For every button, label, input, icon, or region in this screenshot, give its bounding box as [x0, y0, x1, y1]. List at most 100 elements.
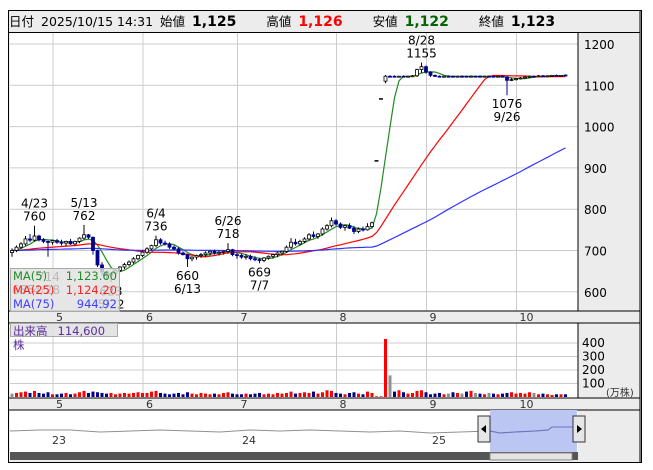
candle-body: [370, 222, 374, 227]
candle-body: [167, 243, 172, 248]
candle-body: [509, 79, 514, 81]
candle-body: [559, 74, 563, 77]
candle-body: [293, 241, 298, 245]
volume-bar: [501, 393, 504, 397]
candle-body: [172, 246, 176, 250]
candle-body: [334, 220, 338, 225]
navigator-left-handle[interactable]: [477, 415, 491, 443]
volume-bar: [145, 392, 149, 397]
volume-bar: [24, 391, 27, 397]
month-label: 5: [56, 398, 63, 411]
low-value-label: 1076: [492, 97, 523, 111]
candle-body: [28, 238, 32, 241]
candle-body: [496, 75, 500, 78]
candle-body: [523, 76, 527, 79]
candle-body: [343, 225, 347, 228]
volume-bar: [334, 392, 338, 397]
volume-bar: [262, 394, 266, 397]
candle-body: [545, 75, 550, 78]
candle-body: [437, 75, 442, 78]
volume-bar: [519, 392, 522, 397]
legend-ma5: MA(5) 1,123.60: [11, 269, 119, 283]
candle-body: [248, 255, 253, 260]
candle-body: [550, 74, 554, 77]
legend-name: MA(5): [13, 269, 48, 283]
candle-body: [37, 235, 41, 241]
month-label: 9: [430, 398, 437, 411]
stock-chart-window: 日付 2025/10/15 14:31 始値 1,125 高値 1,126 安値…: [0, 0, 653, 470]
candle-body: [64, 241, 68, 244]
volume-tick-label: 100: [582, 377, 605, 391]
legend-name: MA(25): [13, 283, 55, 297]
month-label: 7: [241, 398, 248, 411]
candle-body: [406, 75, 410, 78]
candle-body: [122, 264, 127, 268]
month-label: 7: [241, 311, 248, 324]
volume-bar: [163, 393, 167, 397]
volume-bar: [307, 392, 311, 397]
volume-bar: [343, 394, 347, 397]
month-label: 10: [520, 398, 534, 411]
volume-bar: [91, 391, 95, 397]
price-tick-label: 800: [584, 203, 607, 217]
low-date-label: 6/13: [174, 282, 201, 296]
candle-body: [478, 75, 482, 78]
candle-body: [77, 237, 82, 242]
candle-body: [554, 74, 559, 77]
candle-body: [91, 236, 95, 251]
low-date-label: 7/7: [250, 278, 269, 292]
candle-body: [158, 239, 163, 244]
candle-body: [320, 228, 325, 235]
high-value-label: 736: [145, 220, 168, 234]
volume-bar: [82, 390, 86, 397]
volume-bar: [127, 393, 131, 397]
volume-bar: [132, 392, 135, 397]
candle-body: [145, 248, 149, 253]
price-chart[interactable]: 4/23760 5/13762 6/4736 6/26718 8/281155 6606/…: [0, 0, 653, 470]
navigator-right-handle[interactable]: [572, 415, 586, 443]
volume-bar: [37, 392, 41, 397]
volume-bar: [402, 392, 405, 397]
volume-bar: [397, 390, 401, 397]
volume-bar: [298, 392, 302, 397]
candle-body: [307, 234, 311, 240]
high-date-label: 4/23: [21, 197, 48, 211]
candle-body: [284, 246, 289, 252]
volume-legend: 出来高 114,600株: [10, 323, 118, 352]
candle-body: [469, 75, 473, 78]
price-tick-label: 700: [584, 245, 607, 259]
candle-body: [154, 239, 158, 246]
volume-bar: [190, 393, 194, 397]
candle-body: [73, 241, 77, 245]
volume-bar: [456, 392, 459, 397]
legend-value: 1,123.60: [65, 269, 117, 283]
ma-legend: MA(5) 1,123.60 MA(25) 1,124.20 MA(75) 944.9…: [10, 268, 120, 312]
candle-body: [82, 234, 86, 239]
volume-bar: [420, 390, 423, 397]
low-value-label: 660: [176, 269, 199, 283]
candle-body: [257, 259, 262, 261]
candle-body: [383, 75, 388, 82]
volume-bar: [352, 392, 356, 397]
volume-bar: [154, 390, 158, 397]
candle-body: [235, 254, 239, 257]
volume-bar: [168, 394, 171, 397]
candle-body: [185, 254, 190, 260]
price-tick-label: 1200: [584, 38, 615, 52]
high-date-label: 5/13: [71, 196, 98, 210]
navigator-scroll-thumb[interactable]: [489, 452, 573, 461]
volume-bar: [532, 392, 536, 397]
candle-body: [392, 75, 397, 78]
candle-body: [433, 74, 437, 77]
candle-body: [424, 66, 428, 73]
volume-bar: [415, 390, 419, 397]
volume-bar: [339, 393, 342, 397]
volume-bar: [141, 392, 144, 397]
volume-tick-label: 400: [582, 336, 605, 350]
candle-body: [536, 75, 541, 78]
volume-bar: [276, 392, 279, 397]
volume-bar: [213, 393, 216, 397]
candle-body: [208, 250, 212, 254]
volume-bar: [496, 394, 500, 397]
volume-bar: [271, 394, 275, 397]
